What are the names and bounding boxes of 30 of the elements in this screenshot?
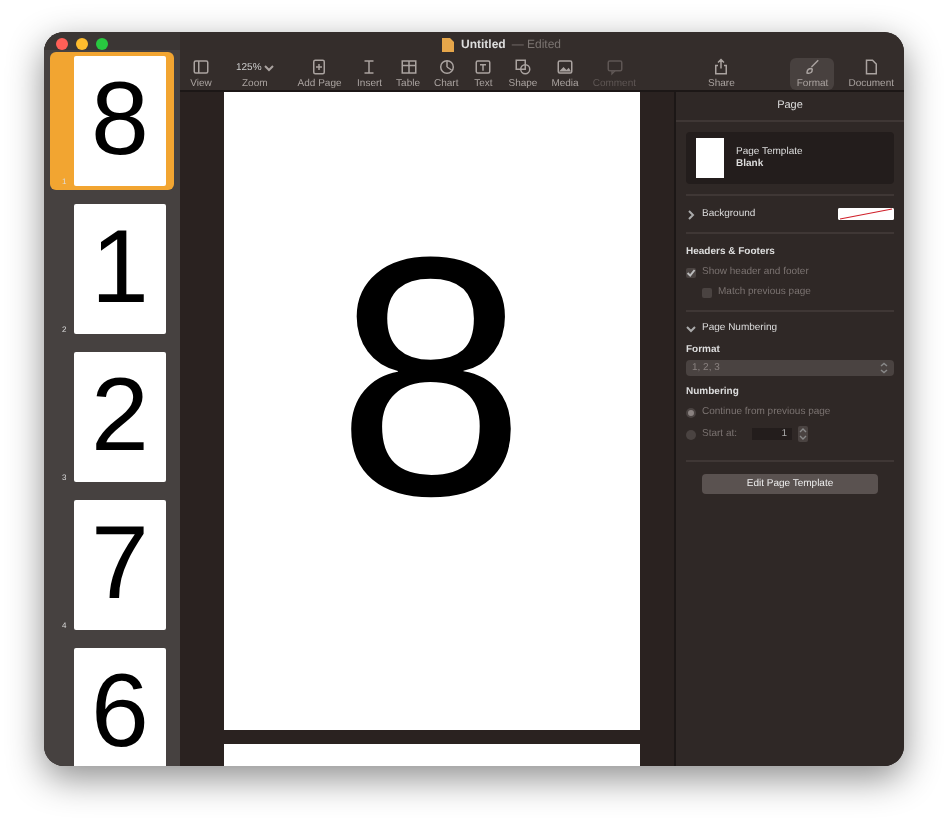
page-digit: 8 (91, 60, 149, 182)
minimize-button[interactable] (76, 38, 88, 50)
disclosure-icon[interactable] (686, 209, 696, 219)
table-icon (397, 58, 420, 76)
page-digit: 2 (91, 356, 149, 478)
image-icon (554, 58, 577, 76)
stepper-icon[interactable] (797, 426, 808, 442)
chevron-icon (263, 63, 274, 71)
document-icon (860, 58, 883, 76)
page-digit: 6 (91, 652, 149, 766)
brush-icon (801, 58, 824, 76)
add-page-icon (308, 58, 331, 76)
document-icon (442, 38, 455, 52)
chart-icon (435, 58, 458, 76)
background-swatch[interactable] (838, 208, 894, 220)
radio-button[interactable] (686, 429, 696, 439)
close-button[interactable] (56, 38, 68, 50)
shape-icon (511, 58, 534, 76)
sidebar-icon (190, 58, 212, 76)
disclosure-icon[interactable] (686, 323, 696, 333)
chevron-icon (880, 362, 888, 374)
page-digit: 7 (91, 504, 149, 626)
page-digit: 8 (336, 208, 526, 572)
template-thumbnail (696, 138, 724, 178)
text-icon (472, 58, 495, 76)
comment-icon (603, 58, 626, 76)
radio-button[interactable] (686, 407, 696, 417)
share-icon (710, 58, 733, 76)
zoom-button[interactable] (96, 38, 108, 50)
page-digit: 1 (91, 208, 149, 330)
